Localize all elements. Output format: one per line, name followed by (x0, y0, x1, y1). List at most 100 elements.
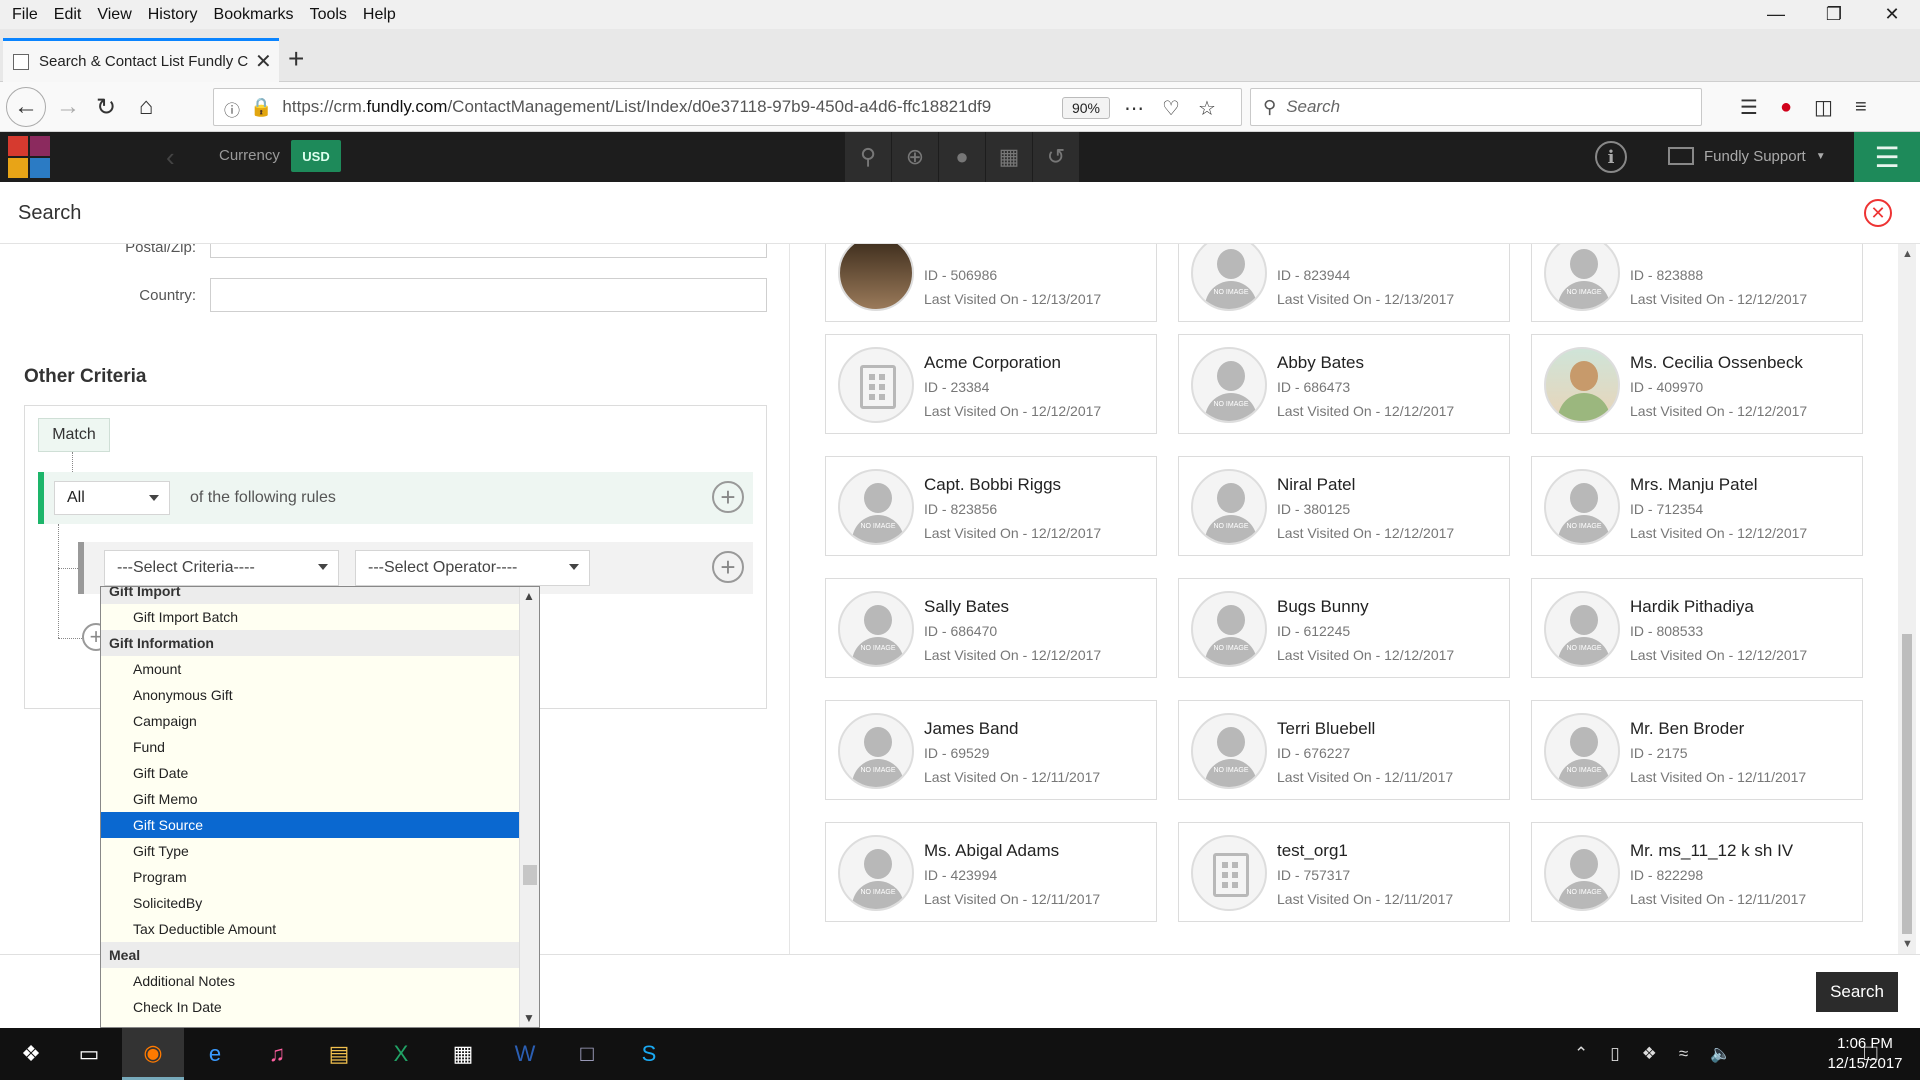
contact-name[interactable]: Niral Patel (1277, 475, 1355, 495)
contact-name[interactable]: Mr. Ben Broder (1630, 719, 1744, 739)
word-icon[interactable]: W (494, 1028, 556, 1080)
bookmark-star-icon[interactable]: ☆ (1198, 96, 1216, 121)
contact-name[interactable]: Bugs Bunny (1277, 597, 1369, 617)
menu-view[interactable]: View (89, 6, 139, 24)
contact-card[interactable]: NO IMAGE James Band ID - 69529 Last Visited… (825, 700, 1157, 800)
match-type-select[interactable]: All (54, 481, 170, 515)
contact-name[interactable]: Sally Bates (924, 597, 1009, 617)
operator-select[interactable]: ---Select Operator---- (355, 550, 590, 586)
windows-start-icon[interactable]: ❖ (0, 1028, 62, 1080)
pocket-icon[interactable]: ♡ (1162, 96, 1180, 121)
contact-name[interactable]: Ms. Cecilia Ossenbeck (1630, 353, 1803, 373)
app-search-icon[interactable]: ⚲ (845, 132, 892, 182)
contact-card[interactable]: NO IMAGE Mrs. Manju Patel ID - 712354 Last … (1531, 456, 1863, 556)
search-button[interactable]: Search (1816, 972, 1898, 1012)
url-bar[interactable]: ⓘ 🔒 https://crm.fundly.com/ContactManage… (213, 88, 1242, 126)
dropdown-option[interactable]: Tax Deductible Amount (101, 916, 519, 942)
dropdown-option[interactable]: Anonymous Gift (101, 682, 519, 708)
add-group-icon[interactable]: + (712, 481, 744, 513)
skype-icon[interactable]: S (618, 1028, 680, 1080)
contact-card[interactable]: ID - 506986 Last Visited On - 12/13/2017 (825, 244, 1157, 322)
contact-name[interactable]: Abby Bates (1277, 353, 1364, 373)
user-icon[interactable]: ● (939, 132, 986, 182)
contact-name[interactable]: Mr. ms_11_12 k sh IV (1630, 841, 1793, 861)
contact-name[interactable]: Hardik Pithadiya (1630, 597, 1754, 617)
postal-input[interactable] (210, 244, 767, 258)
dropdown-option[interactable]: Gift Date (101, 760, 519, 786)
contact-card[interactable]: NO IMAGE Bugs Bunny ID - 612245 Last Visite… (1178, 578, 1510, 678)
excel-icon[interactable]: X (370, 1028, 432, 1080)
collapse-arrow-icon[interactable]: ‹ (166, 142, 175, 173)
restore-icon[interactable]: ❐ (1806, 0, 1862, 29)
menu-history[interactable]: History (140, 6, 206, 24)
scrollbar-thumb[interactable] (1902, 634, 1912, 934)
info-icon[interactable]: i (1595, 141, 1627, 173)
hamburger-menu-icon[interactable]: ☰ (1854, 132, 1920, 182)
dropdown-option[interactable]: Check In Date (101, 994, 519, 1020)
dropdown-option[interactable]: Amount (101, 656, 519, 682)
volume-icon[interactable]: 🔈 (1710, 1044, 1731, 1064)
scroll-up-icon[interactable]: ▲ (1902, 248, 1913, 260)
forward-arrow-icon[interactable]: → (48, 87, 88, 127)
dropdown-option[interactable]: Gift Memo (101, 786, 519, 812)
edge-icon[interactable]: e (184, 1028, 246, 1080)
contact-card[interactable]: NO IMAGE Capt. Bobbi Riggs ID - 823856 Last… (825, 456, 1157, 556)
scrollbar-thumb[interactable] (523, 865, 537, 885)
contact-card[interactable]: NO IMAGE Abby Bates ID - 686473 Last Visite… (1178, 334, 1510, 434)
contact-card[interactable]: NO IMAGE Sally Bates ID - 686470 Last Visit… (825, 578, 1157, 678)
menu-file[interactable]: File (4, 6, 46, 24)
window-close-icon[interactable]: ✕ (1864, 0, 1920, 29)
fundly-logo[interactable] (8, 136, 50, 178)
contact-card[interactable]: NO IMAGE Niral Patel ID - 380125 Last Visit… (1178, 456, 1510, 556)
zoom-level[interactable]: 90% (1062, 97, 1110, 119)
menu-bookmarks[interactable]: Bookmarks (206, 6, 302, 24)
library-icon[interactable]: ☰ (1740, 95, 1758, 120)
contact-name[interactable]: Terri Bluebell (1277, 719, 1375, 739)
site-info-icon[interactable]: ⓘ (224, 97, 240, 121)
dropdown-scrollbar[interactable]: ▲ ▼ (519, 587, 539, 1027)
browser-tab[interactable]: Search & Contact List Fundly CRM ✕ (3, 38, 279, 82)
add-rule-icon[interactable]: + (712, 551, 744, 583)
criteria-dropdown-list[interactable]: Gift Import Gift Import Batch Gift Informa… (100, 586, 540, 1028)
notes-icon[interactable]: □ (556, 1028, 618, 1080)
dropdown-option[interactable]: Program (101, 864, 519, 890)
close-icon[interactable]: ✕ (1864, 199, 1892, 227)
battery-icon[interactable]: ▯ (1610, 1044, 1619, 1064)
scroll-down-icon[interactable]: ▼ (523, 1011, 535, 1025)
contact-name[interactable]: Mrs. Manju Patel (1630, 475, 1758, 495)
dropdown-option[interactable]: Additional Notes (101, 968, 519, 994)
contact-card[interactable]: Acme Corporation ID - 23384 Last Visited O… (825, 334, 1157, 434)
dropdown-option[interactable]: SolicitedBy (101, 890, 519, 916)
menu-tools[interactable]: Tools (302, 6, 355, 24)
contact-card[interactable]: NO IMAGE ID - 823944 Last Visited On - 12/… (1178, 244, 1510, 322)
show-hidden-icons-icon[interactable]: ⌃ (1574, 1044, 1588, 1064)
contact-card[interactable]: NO IMAGE Mr. Ben Broder ID - 2175 Last Visi… (1531, 700, 1863, 800)
notification-center-icon[interactable]: □ (1864, 1040, 1877, 1066)
contact-card[interactable]: Ms. Cecilia Ossenbeck ID - 409970 Last Vis… (1531, 334, 1863, 434)
dropdown-option[interactable]: Campaign (101, 708, 519, 734)
donation-icon[interactable]: ▦ (986, 132, 1033, 182)
add-icon[interactable]: ⊕ (892, 132, 939, 182)
reload-icon[interactable]: ↻ (86, 87, 126, 127)
browser-menu-icon[interactable]: ≡ (1855, 96, 1867, 119)
match-button[interactable]: Match (38, 418, 110, 452)
contact-name[interactable]: Ms. Abigal Adams (924, 841, 1059, 861)
wifi-icon[interactable]: ≈ (1679, 1044, 1688, 1064)
menu-edit[interactable]: Edit (46, 6, 90, 24)
user-menu[interactable]: Fundly Support ▼ (1668, 147, 1826, 165)
task-view-icon[interactable]: ▭ (58, 1028, 120, 1080)
file-explorer-icon[interactable]: ▤ (308, 1028, 370, 1080)
firefox-icon[interactable]: ◉ (122, 1028, 184, 1080)
contact-card[interactable]: NO IMAGE ID - 823888 Last Visited On - 12/… (1531, 244, 1863, 322)
browser-search-input[interactable]: ⚲ Search (1250, 88, 1702, 126)
pinterest-icon[interactable]: ● (1780, 96, 1792, 119)
contact-card[interactable]: test_org1 ID - 757317 Last Visited On - 12… (1178, 822, 1510, 922)
itunes-icon[interactable]: ♫ (246, 1028, 308, 1080)
dropdown-option[interactable]: Fund (101, 734, 519, 760)
contact-name[interactable]: Acme Corporation (924, 353, 1061, 373)
scroll-up-icon[interactable]: ▲ (523, 589, 535, 603)
home-icon[interactable]: ⌂ (126, 87, 166, 127)
menu-help[interactable]: Help (355, 6, 404, 24)
criteria-select[interactable]: ---Select Criteria---- (104, 550, 339, 586)
contact-card[interactable]: NO IMAGE Hardik Pithadiya ID - 808533 Last … (1531, 578, 1863, 678)
